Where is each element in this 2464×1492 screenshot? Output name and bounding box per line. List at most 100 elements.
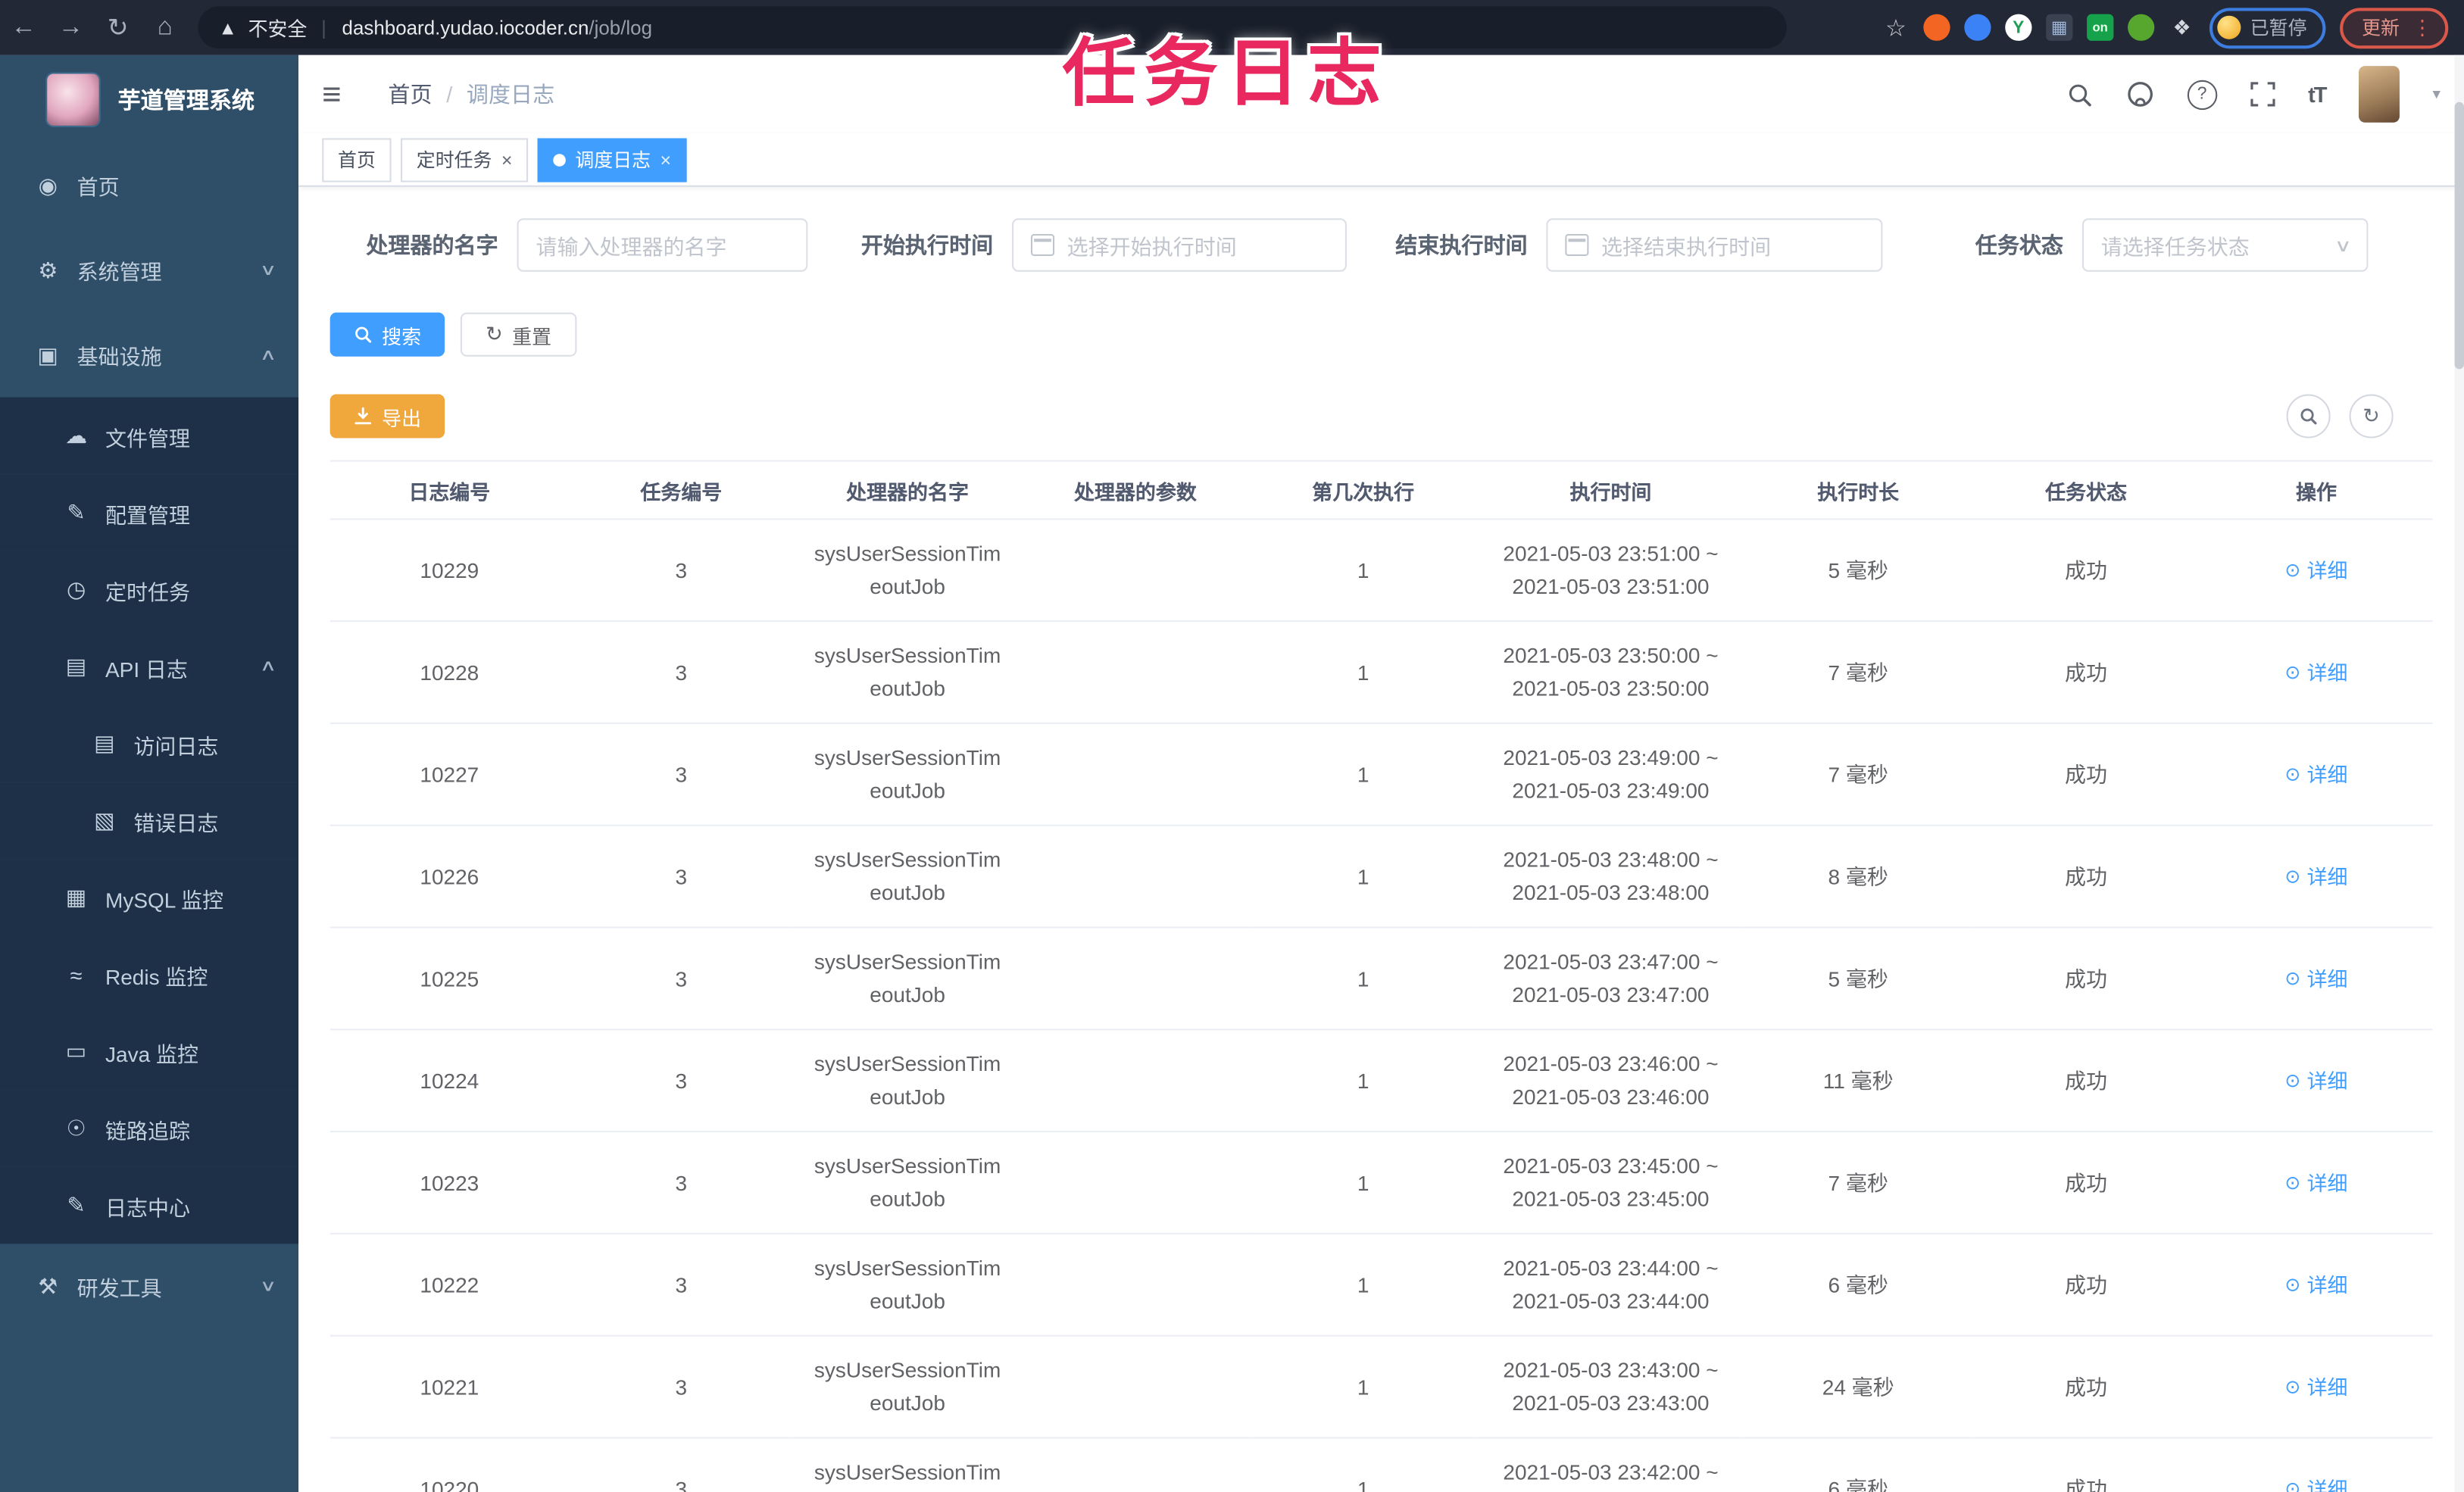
sidebar-item-label: Redis 监控 bbox=[105, 965, 208, 989]
reload-icon[interactable]: ↻ bbox=[94, 12, 141, 43]
breadcrumb: 首页 / 调度日志 bbox=[388, 79, 554, 110]
sidebar-item[interactable]: ◉ 首页 bbox=[0, 143, 298, 228]
cell-status: 成功 bbox=[1972, 621, 2200, 724]
date-input[interactable]: 选择结束执行时间 bbox=[1546, 218, 1883, 272]
paused-badge[interactable]: 已暂停 bbox=[2209, 7, 2326, 48]
cell-param bbox=[1021, 519, 1250, 623]
sidebar-item[interactable]: ☁ 文件管理 bbox=[0, 397, 299, 475]
user-avatar[interactable] bbox=[2358, 66, 2400, 123]
sidebar-item[interactable]: ✎ 日志中心 bbox=[0, 1166, 299, 1244]
handler-name-input[interactable]: 请输入处理器的名字 bbox=[517, 218, 808, 272]
toolbox-icon: ⚒ bbox=[38, 1272, 58, 1298]
sidebar-item[interactable]: ▤ API 日志 ∧ bbox=[0, 628, 299, 706]
error-log-icon: ▧ bbox=[94, 807, 115, 833]
detail-link[interactable]: ⊙ 详细 bbox=[2284, 1269, 2347, 1303]
search-button[interactable]: 搜索 bbox=[329, 312, 445, 357]
detail-link[interactable]: ⊙ 详细 bbox=[2284, 963, 2347, 996]
cell-job-id: 3 bbox=[569, 1233, 794, 1337]
tab-定时任务[interactable]: 定时任务 × bbox=[401, 137, 529, 182]
cell-handler: sysUserSessionTimeoutJob bbox=[793, 825, 1022, 929]
cell-job-id: 3 bbox=[569, 723, 794, 826]
tab-grid-icon[interactable]: ▦ bbox=[2046, 14, 2073, 41]
table-row: 10226 3 sysUserSessionTim eoutJob 1 2021-05-0… bbox=[329, 825, 2433, 929]
sidebar-item-label: 链路追踪 bbox=[105, 1119, 191, 1143]
export-button[interactable]: 导出 bbox=[329, 394, 445, 439]
back-arrow-icon[interactable]: ← bbox=[0, 14, 47, 42]
sidebar-item-label: 系统管理 bbox=[77, 261, 162, 285]
forward-arrow-icon[interactable]: → bbox=[47, 14, 94, 42]
table-row: 10229 3 sysUserSessionTim eoutJob 1 2021-05-0… bbox=[329, 519, 2433, 623]
cell-handler: sysUserSessionTimeoutJob bbox=[793, 519, 1022, 623]
update-button[interactable]: 更新 ⋮ bbox=[2340, 7, 2449, 48]
sidebar-item[interactable]: ▭ Java 监控 bbox=[0, 1013, 299, 1091]
java-icon: ▭ bbox=[65, 1038, 87, 1063]
detail-link[interactable]: ⊙ 详细 bbox=[2284, 1167, 2347, 1200]
hamburger-icon[interactable]: ≡ bbox=[322, 78, 366, 111]
fullscreen-icon[interactable] bbox=[2250, 82, 2275, 107]
cell-count: 1 bbox=[1249, 519, 1478, 623]
cell-action: ⊙ 详细 bbox=[2200, 927, 2433, 1031]
tab-调度日志[interactable]: 调度日志 × bbox=[537, 137, 687, 182]
toggle-search-icon[interactable] bbox=[2286, 394, 2331, 439]
kebab-menu-icon[interactable]: ⋮ bbox=[2412, 17, 2433, 38]
sidebar-item[interactable]: ≈ Redis 监控 bbox=[0, 935, 299, 1013]
cell-count: 1 bbox=[1249, 1233, 1478, 1337]
refresh-table-icon[interactable]: ↻ bbox=[2349, 394, 2394, 439]
sidebar-logo-row[interactable]: 芋道管理系统 bbox=[0, 55, 298, 143]
sidebar-item[interactable]: ▧ 错误日志 bbox=[0, 782, 299, 860]
table-row: 10223 3 sysUserSessionTim eoutJob 1 2021-05-0… bbox=[329, 1131, 2433, 1234]
sidebar-item[interactable]: ◷ 定时任务 bbox=[0, 551, 299, 629]
cell-time: 2021-05-03 23:47:00 ~2021-05-03 23:47:00 bbox=[1477, 927, 1744, 1031]
bookmark-star-icon[interactable]: ☆ bbox=[1882, 14, 1909, 42]
breadcrumb-home[interactable]: 首页 bbox=[388, 79, 432, 110]
close-icon[interactable]: × bbox=[501, 150, 513, 169]
detail-link[interactable]: ⊙ 详细 bbox=[2284, 657, 2347, 690]
sidebar-item[interactable]: ▣ 基础设施 ∧ bbox=[0, 313, 298, 398]
reset-button[interactable]: ↻ 重置 bbox=[460, 312, 577, 357]
cell-status: 成功 bbox=[1972, 927, 2200, 1031]
home-icon[interactable]: ⌂ bbox=[142, 14, 189, 42]
address-bar[interactable]: ▲ 不安全 | dashboard.yudao.iocoder.cn/job/l… bbox=[198, 6, 1787, 49]
adblock-icon[interactable] bbox=[1923, 14, 1950, 41]
sidebar-item[interactable]: ▤ 访问日志 bbox=[0, 705, 299, 782]
sidebar-item[interactable]: ⚒ 研发工具 ∨ bbox=[0, 1244, 298, 1328]
cell-status: 成功 bbox=[1972, 519, 2200, 623]
tab-首页[interactable]: 首页 bbox=[322, 137, 392, 182]
gear-icon: ⚙ bbox=[38, 257, 58, 282]
detail-link[interactable]: ⊙ 详细 bbox=[2284, 554, 2347, 588]
sidebar-item[interactable]: ▦ MySQL 监控 bbox=[0, 859, 299, 936]
cell-count: 1 bbox=[1249, 1131, 1478, 1234]
security-label[interactable]: 不安全 bbox=[248, 13, 308, 42]
lightning-icon[interactable] bbox=[1964, 14, 1991, 41]
green-shield-icon[interactable]: Y bbox=[2005, 14, 2032, 41]
help-icon[interactable]: ? bbox=[2187, 79, 2217, 110]
sidebar-item[interactable]: ☉ 链路追踪 bbox=[0, 1090, 299, 1167]
sidebar-item[interactable]: ⚙ 系统管理 ∨ bbox=[0, 228, 298, 313]
date-input[interactable]: 选择开始执行时间 bbox=[1012, 218, 1347, 272]
puzzle-icon[interactable]: ❖ bbox=[2169, 14, 2195, 41]
table-row: 10224 3 sysUserSessionTim eoutJob 1 2021-05-0… bbox=[329, 1029, 2433, 1133]
detail-link[interactable]: ⊙ 详细 bbox=[2284, 1065, 2347, 1098]
detail-link[interactable]: ⊙ 详细 bbox=[2284, 759, 2347, 792]
column-header: 任务编号 bbox=[569, 460, 794, 520]
sidebar-item-label: 研发工具 bbox=[77, 1276, 162, 1301]
font-size-icon[interactable]: tT bbox=[2308, 82, 2327, 107]
dashboard-icon: ◉ bbox=[38, 172, 58, 198]
sidebar-item-label: 访问日志 bbox=[133, 734, 219, 758]
detail-link[interactable]: ⊙ 详细 bbox=[2284, 860, 2347, 894]
page-scrollbar[interactable] bbox=[2454, 55, 2464, 1492]
leaf-icon[interactable] bbox=[2127, 14, 2155, 41]
cell-log-id: 10228 bbox=[329, 621, 570, 724]
status-select[interactable]: 请选择任务状态 ∨ bbox=[2081, 218, 2369, 272]
emoji-smiley-icon bbox=[2217, 15, 2241, 39]
detail-link[interactable]: ⊙ 详细 bbox=[2284, 1371, 2347, 1404]
scrollbar-thumb[interactable] bbox=[2454, 101, 2464, 370]
search-icon[interactable] bbox=[2066, 81, 2093, 108]
close-icon[interactable]: × bbox=[660, 150, 671, 169]
cell-log-id: 10221 bbox=[329, 1335, 570, 1439]
sidebar-item[interactable]: ✎ 配置管理 bbox=[0, 474, 299, 551]
detail-link[interactable]: ⊙ 详细 bbox=[2284, 1473, 2347, 1492]
github-icon[interactable] bbox=[2125, 80, 2153, 108]
chevron-down-icon[interactable]: ▾ bbox=[2432, 86, 2440, 103]
vpn-on-icon[interactable]: on bbox=[2087, 14, 2114, 41]
